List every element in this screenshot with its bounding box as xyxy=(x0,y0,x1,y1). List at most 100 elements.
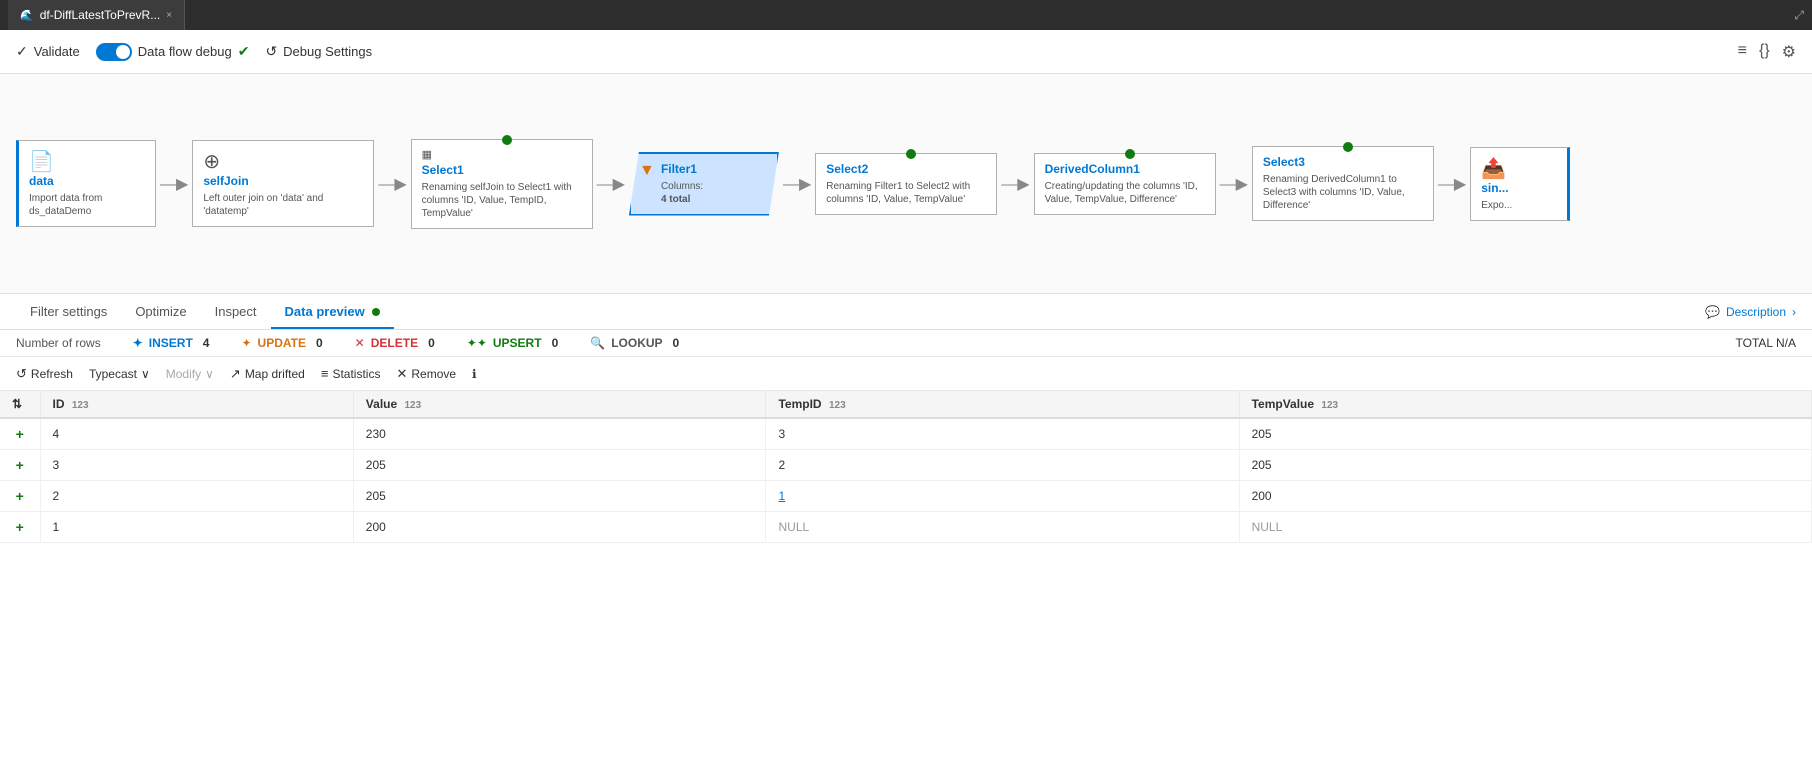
th-sort[interactable]: ⇅ xyxy=(0,391,40,418)
insert-value: 4 xyxy=(203,336,210,350)
window-tab[interactable]: 🌊 df-DiffLatestToPrevR... × xyxy=(8,0,185,30)
tab-filter-settings[interactable]: Filter settings xyxy=(16,296,121,329)
total-label: TOTAL xyxy=(1736,336,1773,350)
upsert-icon: ✦✦ xyxy=(467,336,487,350)
cell-id: 1 xyxy=(40,512,353,543)
bottom-panel: Filter settings Optimize Inspect Data pr… xyxy=(0,294,1812,771)
node-select2[interactable]: Select2 Renaming Filter1 to Select2 with… xyxy=(815,153,997,215)
cell-value: 230 xyxy=(353,418,766,450)
node-selfjoin-desc: Left outer join on 'data' and 'datatemp' xyxy=(203,192,363,218)
table-header-row: ⇅ ID 123 Value 123 TempID 123 xyxy=(0,391,1812,418)
node-data-title: data xyxy=(29,174,54,188)
description-expand-icon: › xyxy=(1792,305,1796,319)
remove-icon: ✕ xyxy=(396,366,407,382)
node-data-icon: 📄 xyxy=(29,149,54,174)
map-drifted-label: Map drifted xyxy=(245,367,305,381)
rows-label: Number of rows xyxy=(16,336,101,350)
typecast-chevron: ∨ xyxy=(141,367,150,381)
update-value: 0 xyxy=(316,336,323,350)
validate-button[interactable]: ✓ Validate xyxy=(16,43,80,60)
node-data[interactable]: 📄 data Import data fromds_dataDemo xyxy=(16,140,156,227)
node-filter1-title: Filter1 xyxy=(661,162,697,176)
script-icon[interactable]: ≡ xyxy=(1738,42,1747,62)
modify-button[interactable]: Modify ∨ xyxy=(166,367,214,381)
row-insert-icon: + xyxy=(0,481,40,512)
cell-id: 4 xyxy=(40,418,353,450)
row-insert-icon: + xyxy=(0,418,40,450)
data-table: ⇅ ID 123 Value 123 TempID 123 xyxy=(0,391,1812,543)
info-button[interactable]: ℹ xyxy=(472,367,477,381)
statistics-icon: ≡ xyxy=(321,366,329,381)
data-table-container: ⇅ ID 123 Value 123 TempID 123 xyxy=(0,391,1812,771)
connector-4: —▶ xyxy=(779,174,815,194)
select3-green-dot xyxy=(1343,142,1353,152)
cell-value: 205 xyxy=(353,450,766,481)
lookup-label: LOOKUP xyxy=(611,336,662,350)
cell-tempid[interactable]: 1 xyxy=(766,481,1239,512)
node-derived1-desc: Creating/updating the columns 'ID, Value… xyxy=(1045,180,1205,206)
debug-check-icon: ✔ xyxy=(238,43,250,60)
window-tab-close[interactable]: × xyxy=(166,10,172,21)
node-select2-title: Select2 xyxy=(826,162,868,176)
debug-settings-button[interactable]: ↺ Debug Settings xyxy=(265,43,372,60)
node-select3-desc: Renaming DerivedColumn1 to Select3 with … xyxy=(1263,173,1423,212)
node-derivedcolumn1[interactable]: DerivedColumn1 Creating/updating the col… xyxy=(1034,153,1216,215)
tab-inspect[interactable]: Inspect xyxy=(201,296,271,329)
row-insert-icon: + xyxy=(0,450,40,481)
th-id[interactable]: ID 123 xyxy=(40,391,353,418)
table-row: +22051200 xyxy=(0,481,1812,512)
cell-value: 205 xyxy=(353,481,766,512)
node-selfjoin[interactable]: ⊕ selfJoin Left outer join on 'data' and… xyxy=(192,140,374,227)
node-select3[interactable]: Select3 Renaming DerivedColumn1 to Selec… xyxy=(1252,146,1434,221)
node-select1-title: Select1 xyxy=(422,163,464,177)
tab-data-preview[interactable]: Data preview xyxy=(271,296,395,329)
th-tempid[interactable]: TempID 123 xyxy=(766,391,1239,418)
row-insert-icon: + xyxy=(0,512,40,543)
table-row: +42303205 xyxy=(0,418,1812,450)
stat-update: ✦ UPDATE 0 xyxy=(241,336,322,350)
node-filter1[interactable]: ▼ Filter1 Columns:4 total xyxy=(629,152,779,216)
sort-icon: ⇅ xyxy=(12,397,22,411)
expand-icon[interactable]: ⤢ xyxy=(1794,8,1804,23)
node-sink-title: sin... xyxy=(1481,181,1508,195)
node-sink[interactable]: 📤 sin... Expo... xyxy=(1470,147,1570,221)
node-select1[interactable]: ▦ Select1 Renaming selfJoin to Select1 w… xyxy=(411,139,593,229)
th-value[interactable]: Value 123 xyxy=(353,391,766,418)
debug-toggle-switch[interactable] xyxy=(96,43,132,61)
update-icon: ✦ xyxy=(241,336,251,350)
sub-tabs: Filter settings Optimize Inspect Data pr… xyxy=(0,294,1812,330)
map-drifted-icon: ↗ xyxy=(230,366,241,382)
connector-1: —▶ xyxy=(156,174,192,194)
modify-label: Modify xyxy=(166,367,201,381)
description-link[interactable]: 💬 Description › xyxy=(1705,305,1796,319)
statistics-button[interactable]: ≡ Statistics xyxy=(321,366,381,381)
stat-lookup: 🔍 LOOKUP 0 xyxy=(590,336,679,350)
tab-optimize[interactable]: Optimize xyxy=(121,296,200,329)
cell-tempid: 2 xyxy=(766,450,1239,481)
remove-button[interactable]: ✕ Remove xyxy=(396,366,456,382)
data-toolbar: ↺ Refresh Typecast ∨ Modify ∨ ↗ Map drif… xyxy=(0,357,1812,391)
refresh-label: Refresh xyxy=(31,367,73,381)
map-drifted-button[interactable]: ↗ Map drifted xyxy=(230,366,305,382)
node-select3-title: Select3 xyxy=(1263,155,1305,169)
cell-tempid: 3 xyxy=(766,418,1239,450)
derived1-green-dot xyxy=(1125,149,1135,159)
upsert-value: 0 xyxy=(552,336,559,350)
debug-toggle[interactable]: Data flow debug ✔ xyxy=(96,43,250,61)
update-label: UPDATE xyxy=(258,336,306,350)
debug-label: Data flow debug xyxy=(138,44,232,59)
table-row: +32052205 xyxy=(0,450,1812,481)
node-derived1-title: DerivedColumn1 xyxy=(1045,162,1140,176)
cell-tempid: NULL xyxy=(766,512,1239,543)
delete-value: 0 xyxy=(428,336,435,350)
total-value: N/A xyxy=(1776,336,1796,350)
lookup-icon: 🔍 xyxy=(590,336,605,350)
data-preview-active-dot xyxy=(372,308,380,316)
code-icon[interactable]: {} xyxy=(1759,42,1770,62)
connector-2: —▶ xyxy=(374,174,410,194)
settings-icon[interactable]: ⚙ xyxy=(1782,42,1796,62)
refresh-button[interactable]: ↺ Refresh xyxy=(16,366,73,382)
typecast-button[interactable]: Typecast ∨ xyxy=(89,367,150,381)
th-tempvalue[interactable]: TempValue 123 xyxy=(1239,391,1811,418)
debug-settings-label: Debug Settings xyxy=(283,44,372,59)
